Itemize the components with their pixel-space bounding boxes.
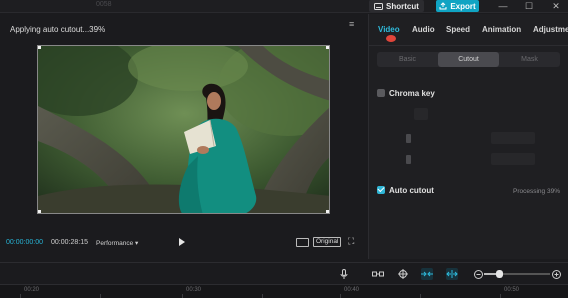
ruler-label: 00:40 [344, 287, 360, 293]
timeline-toolbar [0, 262, 568, 284]
ruler-tick [500, 294, 501, 298]
duration-timecode: 00:00:28:15 [51, 239, 88, 246]
shortcut-label: Shortcut [386, 1, 419, 11]
performance-dropdown[interactable]: Performance ▾ [96, 239, 138, 247]
video-tab-indicator [386, 35, 396, 42]
maximize-icon[interactable]: ☐ [522, 0, 536, 12]
shortcut-button[interactable]: Shortcut [369, 0, 424, 12]
zoom-in-icon[interactable] [550, 268, 562, 280]
shadow-value-disabled [491, 153, 535, 165]
zoom-out-icon[interactable] [472, 268, 484, 280]
crop-handle[interactable] [38, 46, 41, 49]
tab-video[interactable]: Video [378, 25, 400, 34]
intensity-value-disabled [491, 132, 535, 144]
minimize-icon[interactable]: — [496, 0, 510, 12]
subtab-basic[interactable]: Basic [377, 52, 438, 67]
export-label: Export [450, 1, 476, 11]
ruler-tick [262, 294, 263, 298]
tab-audio[interactable]: Audio [412, 25, 435, 34]
properties-panel: Video Audio Speed Animation Adjustme Bas… [368, 14, 568, 259]
magnet-icon[interactable] [397, 268, 409, 280]
export-button[interactable]: Export [436, 0, 479, 12]
auto-cutout-label: Auto cutout [389, 185, 434, 195]
snap-icon[interactable] [421, 268, 433, 280]
ruler-tick [420, 294, 421, 298]
panel-tabs: Video Audio Speed Animation Adjustme [369, 14, 568, 46]
ruler-tick [340, 294, 341, 298]
auto-cutout-checkbox[interactable] [377, 186, 385, 194]
intensity-slider-knob [406, 134, 411, 143]
editor-window: 0058 Shortcut Export — ☐ ✕ Applying auto… [0, 0, 568, 298]
crop-handle[interactable] [326, 46, 329, 49]
auto-cutout-status: Processing 39% [513, 188, 560, 195]
close-icon[interactable]: ✕ [549, 0, 563, 12]
project-name: 0058 [96, 1, 112, 8]
tab-animation[interactable]: Animation [482, 25, 521, 34]
auto-cutout-row[interactable]: Auto cutout [377, 185, 434, 195]
preview-image [38, 46, 329, 213]
cutout-progress-text: Applying auto cutout...39% [10, 25, 106, 34]
original-button[interactable]: Original [313, 237, 342, 247]
subtab-mask[interactable]: Mask [499, 52, 560, 67]
cutout-subtabs: Basic Cutout Mask [377, 52, 560, 67]
keyboard-icon [374, 2, 383, 10]
microphone-icon[interactable] [338, 268, 350, 280]
zoom-slider-knob[interactable] [496, 270, 503, 278]
tab-adjustment[interactable]: Adjustme [533, 25, 568, 34]
timeline-ruler[interactable]: 00:20 00:30 00:40 00:50 [0, 284, 568, 298]
ratio-icon[interactable] [296, 238, 309, 247]
subtab-cutout[interactable]: Cutout [438, 52, 499, 67]
crop-handle[interactable] [326, 210, 329, 213]
preview-axis-icon[interactable] [446, 268, 458, 280]
ruler-tick [100, 294, 101, 298]
link-clips-icon[interactable] [372, 268, 384, 280]
ruler-label: 00:30 [186, 287, 202, 293]
ruler-tick [20, 294, 21, 298]
zoom-slider[interactable] [484, 270, 550, 278]
player-controls: 00:00:00:00 00:00:28:15 Performance ▾ Or… [0, 236, 365, 250]
more-icon[interactable]: ≡ [349, 19, 355, 29]
shadow-slider-knob [406, 155, 411, 164]
top-bar: 0058 Shortcut Export — ☐ ✕ [0, 0, 568, 13]
video-preview[interactable] [37, 45, 330, 214]
crop-handle[interactable] [38, 210, 41, 213]
play-icon[interactable] [179, 238, 185, 246]
color-picker-disabled [414, 108, 428, 120]
tab-speed[interactable]: Speed [446, 25, 470, 34]
export-icon [439, 2, 447, 10]
ruler-label: 00:50 [504, 287, 520, 293]
ruler-label: 00:20 [24, 287, 40, 293]
chroma-key-label: Chroma key [389, 88, 435, 98]
ruler-tick [182, 294, 183, 298]
fullscreen-icon[interactable]: ⛶ [348, 236, 354, 247]
current-timecode: 00:00:00:00 [6, 239, 43, 246]
chroma-key-checkbox[interactable] [377, 89, 385, 97]
player-panel: Applying auto cutout...39% ≡ 00:00:00:00… [0, 14, 365, 259]
chroma-key-row[interactable]: Chroma key [377, 88, 435, 98]
